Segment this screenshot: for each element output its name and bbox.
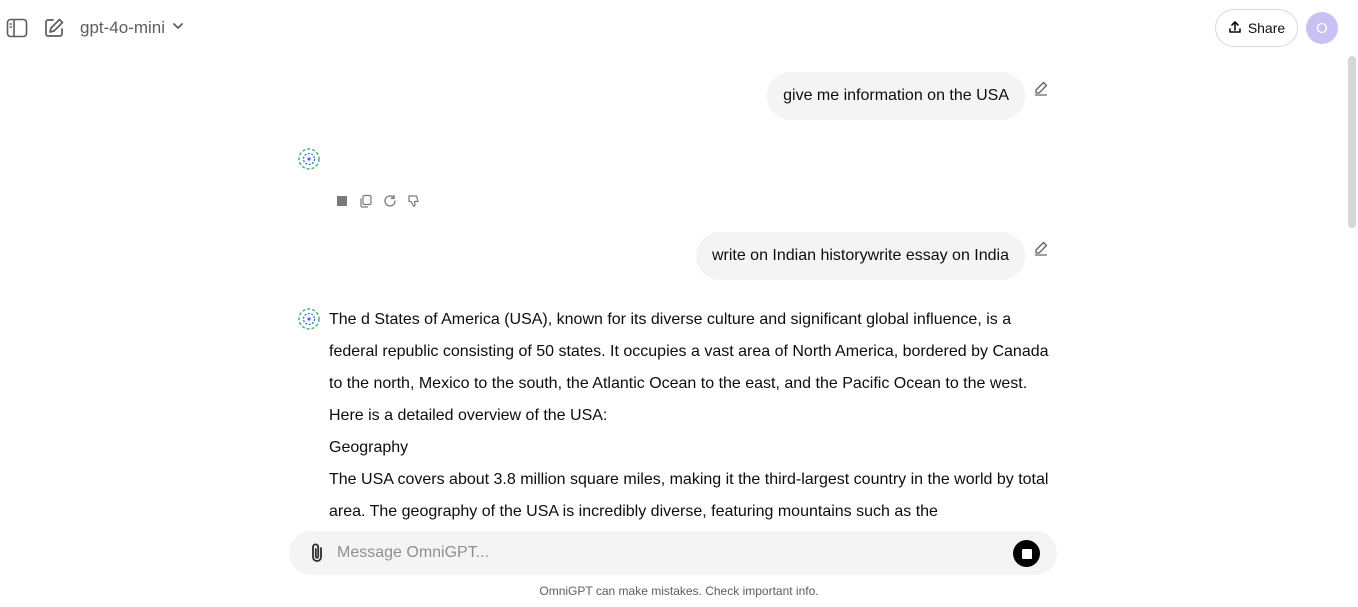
stop-icon [1021,548,1032,559]
stop-generating-button[interactable] [1013,540,1040,567]
omnigpt-logo-icon [297,147,321,171]
message-actions [334,193,422,209]
message-composer [289,531,1057,575]
share-label: Share [1247,20,1286,36]
avatar[interactable]: O [1306,12,1338,44]
user-message: give me information on the USA [767,72,1025,120]
paperclip-icon[interactable] [305,541,329,565]
model-selector[interactable]: gpt-4o-mini [80,16,185,40]
answer-heading: Geography [329,439,409,456]
scrollbar[interactable] [1344,56,1358,526]
thumbs-down-icon[interactable] [406,193,422,209]
sidebar-toggle-icon[interactable] [5,16,29,40]
top-bar: gpt-4o-mini Share O [0,0,1358,56]
refresh-icon[interactable] [382,193,398,209]
chevron-down-icon [171,18,185,38]
omnigpt-logo-icon [297,307,321,331]
compose-icon[interactable] [42,16,66,40]
user-message: write on Indian historywrite essay on In… [695,232,1025,280]
assistant-message: The d States of America (USA), known for… [329,304,1049,528]
pencil-icon[interactable] [1033,240,1049,256]
pencil-icon[interactable] [1033,80,1049,96]
scrollbar-thumb[interactable] [1348,56,1356,228]
message-input[interactable] [337,531,997,575]
copy-icon[interactable] [358,193,374,209]
stop-icon[interactable] [334,193,350,209]
answer-paragraph: The USA covers about 3.8 million square … [329,471,1049,520]
disclaimer: OmniGPT can make mistakes. Check importa… [539,584,819,598]
model-name: gpt-4o-mini [80,18,166,37]
upload-icon [1228,20,1242,37]
answer-paragraph: The d States of America (USA), known for… [329,311,1049,424]
share-button[interactable]: Share [1215,9,1298,47]
